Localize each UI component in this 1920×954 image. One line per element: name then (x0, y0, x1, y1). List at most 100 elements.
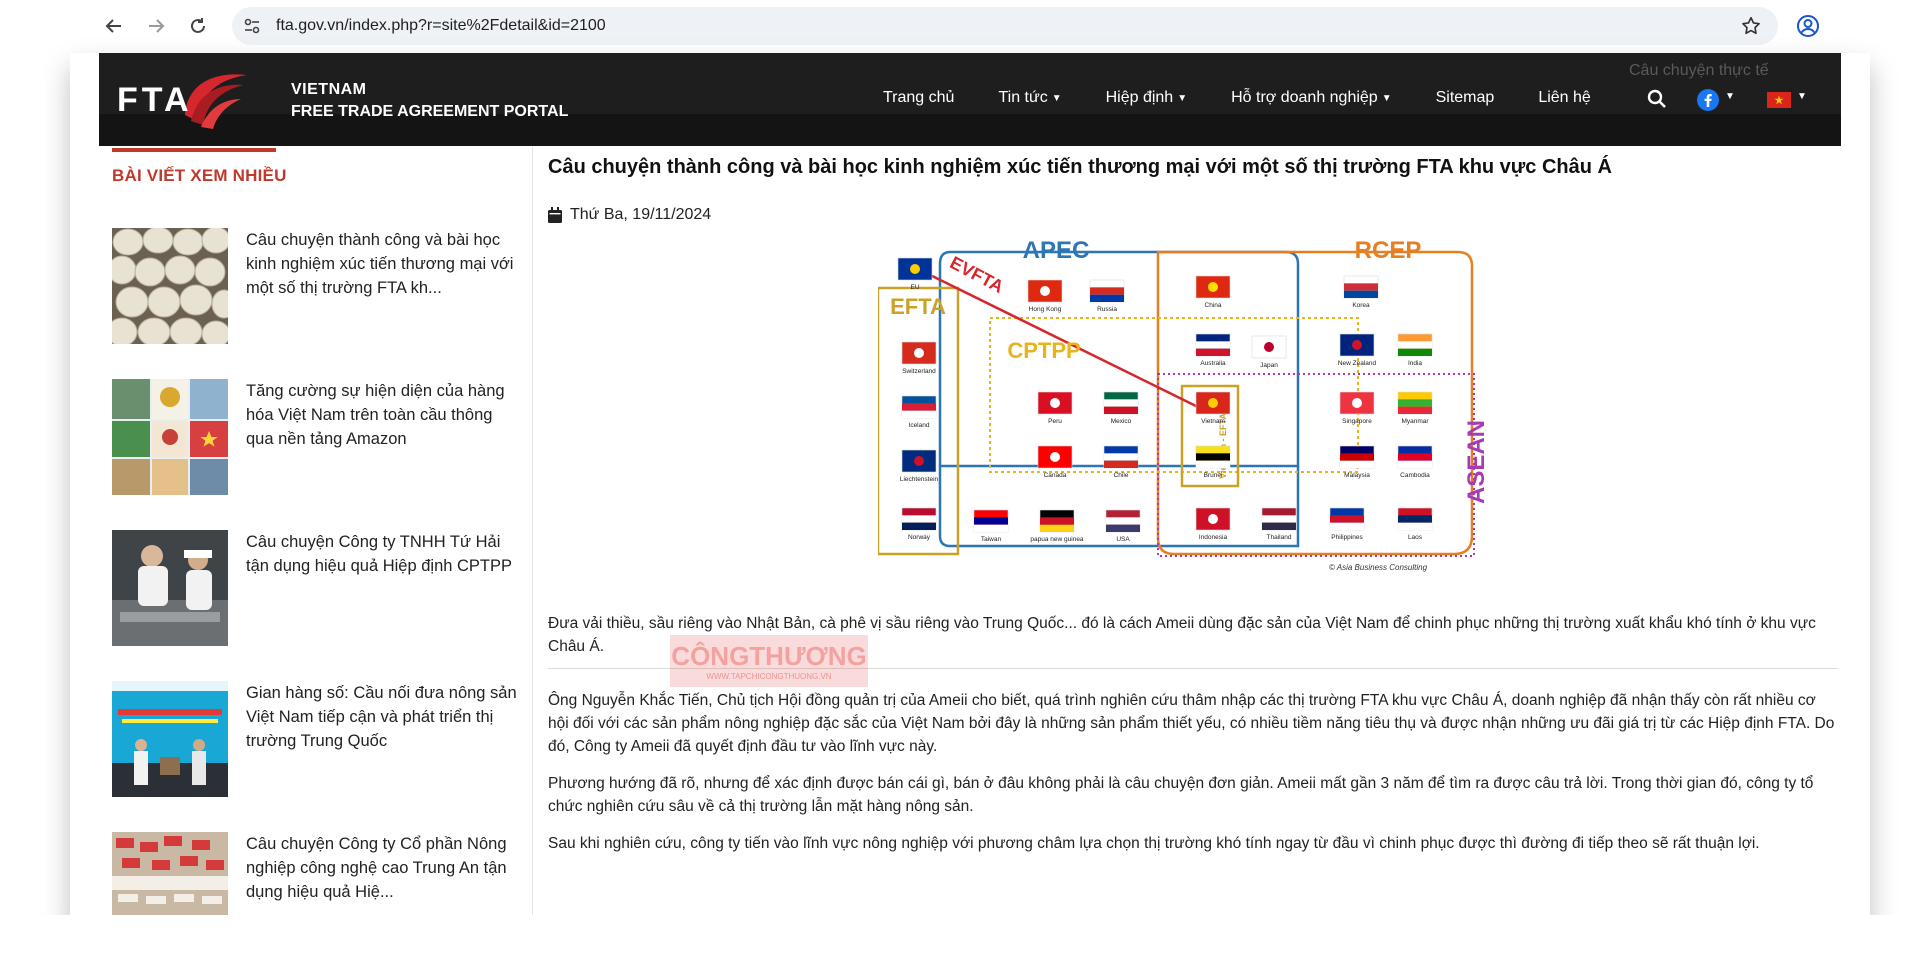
watermark-subtitle: WWW.TAPCHICONGTHUONG.VN (706, 672, 831, 681)
flag-norway: Norway (901, 507, 937, 541)
rcep-label: RCEP (1355, 237, 1422, 264)
efta-label: EFTA (890, 294, 946, 319)
country-label: New Zealand (1338, 360, 1377, 367)
flag-india: India (1397, 333, 1433, 367)
country-label: Cambodia (1400, 472, 1430, 479)
sidebar-title: BÀI VIẾT XEM NHIỀU (112, 166, 287, 185)
flag-papua-new-guinea: papua new guinea (1030, 509, 1084, 543)
caret-down-icon[interactable]: ▼ (1725, 91, 1735, 102)
nav-label: Hỗ trợ doanh nghiệp (1231, 89, 1378, 106)
nav-agreements[interactable]: Hiệp định ▼ (1084, 89, 1210, 107)
nav-sitemap[interactable]: Sitemap (1414, 89, 1517, 107)
vietnam-flag-icon[interactable] (1767, 92, 1791, 108)
nav-contact[interactable]: Liên hệ (1516, 89, 1613, 107)
sidebar-most-read: BÀI VIẾT XEM NHIỀU Câu chuyện thành công… (99, 146, 533, 954)
nav-home[interactable]: Trang chủ (861, 89, 976, 107)
profile-icon[interactable] (1796, 14, 1820, 38)
asean-label: ASEAN (1463, 420, 1490, 504)
forward-icon[interactable] (142, 12, 170, 40)
flag-indonesia: Indonesia (1195, 507, 1231, 541)
portal-title-line2: FREE TRADE AGREEMENT PORTAL (291, 103, 569, 120)
sidebar-news-item[interactable]: Gian hàng số: Cầu nối đưa nông sản Việt … (112, 681, 522, 799)
page: fta.gov.vn/index.php?r=site%2Fdetail&id=… (0, 0, 1920, 954)
flag-switzerland: Switzerland (901, 341, 937, 375)
news-title[interactable]: Gian hàng số: Cầu nối đưa nông sản Việt … (246, 681, 522, 753)
portal-title-line1: VIETNAM (291, 81, 367, 98)
fta-membership-diagram: APEC RCEP EFTA CPTPP ASEAN EVFTA Vietnam… (876, 237, 1490, 572)
nav-business-support[interactable]: Hỗ trợ doanh nghiệp ▼ (1209, 89, 1414, 107)
country-label: Mexico (1111, 418, 1132, 425)
country-label: Peru (1048, 418, 1062, 425)
back-icon[interactable] (100, 12, 128, 40)
flag-australia: Australia (1195, 333, 1231, 367)
flag-philippines: Philippines (1329, 507, 1365, 541)
caret-down-icon[interactable]: ▼ (1797, 91, 1807, 102)
article-paragraph: Phương hướng đã rõ, nhưng để xác định đư… (548, 775, 1814, 815)
country-label: Korea (1352, 302, 1370, 309)
apec-label: APEC (1023, 237, 1090, 264)
country-label: Liechtenstein (900, 476, 939, 483)
article-paragraph: Ông Nguyễn Khắc Tiến, Chủ tịch Hội đồng … (548, 692, 1835, 755)
country-label: Australia (1200, 360, 1226, 367)
flag-thailand: Thailand (1261, 507, 1297, 541)
flag-canada: Canada (1037, 445, 1073, 479)
country-label: Iceland (909, 422, 930, 429)
news-title[interactable]: Câu chuyện Công ty Cổ phần Nông nghiệp c… (246, 832, 522, 904)
article-paragraph: Sau khi nghiên cứu, công ty tiến vào lĩn… (548, 835, 1760, 852)
fta-infographic: APEC RCEP EFTA CPTPP ASEAN EVFTA Vietnam… (876, 236, 1508, 576)
country-label: India (1408, 360, 1422, 367)
site-header: FTA VIETNAM FREE TRADE AGREEMENT PORTAL … (99, 53, 1841, 146)
sidebar-news-item[interactable]: Câu chuyện Công ty TNHH Tứ Hải tận dụng … (112, 530, 522, 648)
article: Câu chuyện thành công và bài học kinh ng… (548, 146, 1841, 954)
nav-label: Hiệp định (1105, 89, 1174, 106)
nav-news[interactable]: Tin tức ▼ (976, 89, 1083, 107)
news-title[interactable]: Câu chuyện thành công và bài học kinh ng… (246, 228, 522, 300)
flag-china: China (1195, 275, 1231, 309)
country-label: EU (910, 284, 919, 291)
flag-russia: Russia (1089, 279, 1125, 313)
main-nav: Trang chủ Tin tức ▼ Hiệp định ▼ Hỗ trợ doa… (861, 89, 1613, 107)
sidebar-news-item[interactable]: Câu chuyện thành công và bài học kinh ng… (112, 228, 522, 346)
nav-label: Sitemap (1435, 89, 1495, 106)
news-thumbnail[interactable] (112, 379, 228, 495)
url-text[interactable]: fta.gov.vn/index.php?r=site%2Fdetail&id=… (276, 17, 606, 35)
article-title: Câu chuyện thành công và bài học kinh ng… (548, 156, 1612, 178)
country-label: USA (1116, 536, 1130, 543)
bookmark-star-icon[interactable] (1740, 15, 1762, 37)
sidebar-title-accent (112, 148, 276, 152)
flag-cambodia: Cambodia (1397, 445, 1433, 479)
facebook-icon[interactable] (1697, 89, 1719, 111)
country-label: Hong Kong (1029, 306, 1062, 313)
country-label: Vietnam (1201, 418, 1225, 425)
country-label: Russia (1097, 306, 1117, 313)
flag-myanmar: Myanmar (1397, 391, 1433, 425)
search-icon[interactable] (1647, 89, 1667, 109)
reload-icon[interactable] (184, 12, 212, 40)
flag-singapore: Singapore (1339, 391, 1375, 425)
evfta-label: EVFTA (947, 252, 1007, 297)
news-thumbnail[interactable] (112, 530, 228, 646)
flag-hong-kong: Hong Kong (1027, 279, 1063, 313)
country-label: Switzerland (902, 368, 936, 375)
flag-korea: Korea (1343, 275, 1379, 309)
flag-iceland: Iceland (901, 395, 937, 429)
country-label: Norway (908, 534, 931, 541)
news-thumbnail[interactable] (112, 228, 228, 344)
country-label: Brunei (1204, 472, 1223, 479)
country-label: Laos (1408, 534, 1423, 541)
sidebar-news-item[interactable]: Tăng cường sự hiện diện của hàng hóa Việ… (112, 379, 522, 497)
caret-down-icon: ▼ (1381, 92, 1392, 104)
news-title[interactable]: Câu chuyện Công ty TNHH Tứ Hải tận dụng … (246, 530, 522, 578)
flag-malaysia: Malaysia (1339, 445, 1375, 479)
site-settings-icon[interactable] (242, 16, 262, 36)
address-bar[interactable]: fta.gov.vn/index.php?r=site%2Fdetail&id=… (232, 7, 1778, 45)
flag-mexico: Mexico (1103, 391, 1139, 425)
flag-peru: Peru (1037, 391, 1073, 425)
bottom-blank (0, 915, 1920, 954)
country-label: papua new guinea (1030, 536, 1084, 543)
country-label: Taiwan (981, 536, 1002, 543)
news-thumbnail[interactable] (112, 681, 228, 797)
news-title[interactable]: Tăng cường sự hiện diện của hàng hóa Việ… (246, 379, 522, 451)
nav-label: Liên hệ (1538, 89, 1591, 106)
country-label: Thailand (1267, 534, 1292, 541)
